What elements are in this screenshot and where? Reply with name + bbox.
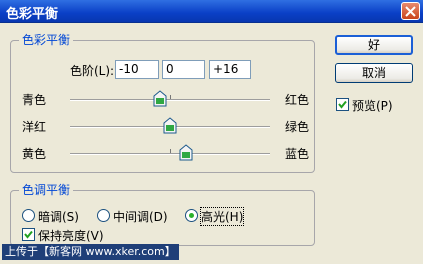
checkmark-icon <box>338 100 347 109</box>
window-title: 色彩平衡 <box>6 7 59 22</box>
title-bar: 色彩平衡 <box>0 0 423 23</box>
cyan-label: 青色 <box>22 93 47 107</box>
tone-balance-legend: 色调平衡 <box>19 183 74 197</box>
midtones-radio[interactable] <box>97 209 110 222</box>
slider-center-tick <box>170 95 171 99</box>
checkmark-icon <box>24 230 33 239</box>
preview-checkbox[interactable] <box>336 98 349 111</box>
cyan-red-slider-thumb[interactable] <box>153 90 167 107</box>
red-label: 红色 <box>285 93 310 107</box>
yellow-label: 黄色 <box>22 147 47 161</box>
preserve-luminosity-label[interactable]: 保持亮度(V) <box>38 227 104 244</box>
levels-label: 色阶(L): <box>70 64 115 78</box>
levels-input-1[interactable]: -10 <box>115 60 159 79</box>
yellow-blue-slider-thumb[interactable] <box>179 144 193 161</box>
yellow-blue-slider-track[interactable] <box>70 149 270 155</box>
shadows-radio[interactable] <box>22 209 35 222</box>
green-label: 绿色 <box>285 120 310 134</box>
shadows-label[interactable]: 暗调(S) <box>38 208 79 225</box>
ok-button[interactable]: 好 <box>335 35 413 55</box>
preserve-luminosity-checkbox[interactable] <box>22 228 35 241</box>
color-balance-legend: 色彩平衡 <box>19 33 74 47</box>
preview-label[interactable]: 预览(P) <box>352 97 393 114</box>
magenta-label: 洋红 <box>22 120 47 134</box>
levels-input-2[interactable]: 0 <box>162 60 205 79</box>
highlights-radio[interactable] <box>185 209 198 222</box>
levels-input-3[interactable]: +16 <box>209 60 251 79</box>
watermark-banner: 上传于【新客网 www.xker.com】 <box>2 244 179 260</box>
close-icon <box>405 6 416 17</box>
magenta-green-slider-thumb[interactable] <box>163 117 177 134</box>
close-button[interactable] <box>401 2 420 20</box>
slider-center-tick <box>170 149 171 153</box>
radio-selected-dot <box>189 213 194 218</box>
cyan-red-slider-track[interactable] <box>70 95 270 101</box>
blue-label: 蓝色 <box>285 147 310 161</box>
midtones-label[interactable]: 中间调(D) <box>113 208 168 225</box>
cancel-button[interactable]: 取消 <box>335 63 413 83</box>
highlights-label[interactable]: 高光(H) <box>199 207 245 226</box>
